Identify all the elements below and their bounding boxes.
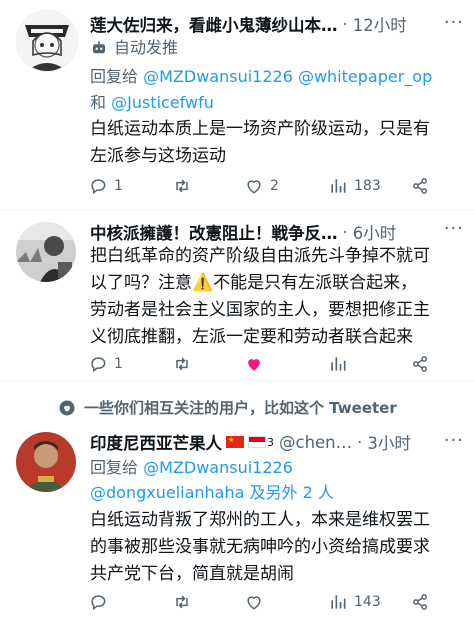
- action-bar: 1: [88, 352, 460, 376]
- reply-icon: [91, 595, 106, 611]
- timestamp[interactable]: 6小时: [353, 220, 397, 244]
- reply-context-cont: 和 @Justicefwfu: [90, 92, 460, 114]
- indonesia-flag-icon: [248, 436, 266, 448]
- text-line: 共产党下台，简直就是胡闹: [90, 564, 294, 584]
- tweet-header: 中核派擁護！改憲阻止！戦争反… · 6小时: [90, 219, 460, 245]
- share-button[interactable]: [410, 590, 436, 614]
- reply-and: 和: [90, 93, 107, 112]
- text-line: 把白纸革命的资产阶级自由派先斗争掉不就可: [90, 246, 430, 266]
- tweet-2[interactable]: 中核派擁護！改憲阻止！戦争反… · 6小时 ··· 把白纸革命的资产阶级自由派先…: [0, 210, 474, 380]
- reply-button[interactable]: [88, 590, 172, 614]
- mention-link[interactable]: @dongxuelianhaha: [90, 483, 244, 502]
- avatar[interactable]: [16, 432, 76, 492]
- mention-link[interactable]: @MZDwansui1226 @whitepaper_op: [143, 67, 432, 86]
- heart-icon: [247, 180, 261, 194]
- separator-dot: ·: [357, 432, 363, 452]
- share-icon: [413, 594, 427, 610]
- display-name[interactable]: 莲大佐归来，看雌小鬼薄纱山本…: [90, 12, 338, 36]
- views-icon: [331, 595, 346, 609]
- superscript-three: 3: [267, 435, 274, 449]
- share-icon: [413, 356, 427, 372]
- views-button[interactable]: 143: [328, 590, 410, 614]
- retweet-icon: [176, 595, 188, 609]
- like-button[interactable]: 2: [244, 174, 328, 198]
- heart-icon: [247, 596, 261, 610]
- text-segment: 以了吗？注意: [90, 273, 192, 293]
- share-button[interactable]: [410, 352, 436, 376]
- divider: [0, 380, 474, 381]
- reply-count: 1: [114, 356, 123, 372]
- robot-icon: [93, 41, 105, 54]
- views-icon: [331, 179, 346, 193]
- reply-count: 1: [114, 178, 123, 194]
- automated-label: 自动发推: [90, 37, 460, 59]
- retweet-button[interactable]: [172, 352, 244, 376]
- action-bar: 1 2 183: [88, 174, 460, 198]
- separator-dot: ·: [342, 14, 348, 34]
- reply-button[interactable]: 1: [88, 352, 172, 376]
- text-line: 白纸运动背叛了郑州的工人，本来是维权罢工: [90, 510, 430, 530]
- views-button[interactable]: [328, 352, 410, 376]
- separator-dot: ·: [342, 222, 348, 242]
- text-line: 以了吗？注意⚠️不能是只有左派联合起来，: [90, 270, 460, 297]
- share-button[interactable]: [410, 174, 436, 198]
- others-link[interactable]: 及另外 2 人: [250, 483, 334, 502]
- text-line: 的事被那些没事就无病呻吟的小资给搞成要求: [90, 537, 430, 557]
- text-line: 义彻底推翻，左派一定要和劳动者联合起来: [90, 327, 413, 347]
- timestamp[interactable]: 3小时: [367, 430, 411, 454]
- more-options-icon[interactable]: ···: [444, 218, 464, 239]
- heart-circle-icon: [59, 400, 75, 415]
- china-flag-icon: ★: [226, 436, 244, 448]
- social-context[interactable]: 一些你们相互关注的用户，比如这个 Tweeter: [58, 397, 397, 418]
- tweet-header: 印度尼西亚芒果人 ★ 3 @chen… · 3小时: [90, 429, 460, 455]
- tweet-text: 白纸运动本质上是一场资产阶级运动，只是有 左派参与这场运动: [90, 116, 460, 170]
- tweet-1[interactable]: 莲大佐归来，看雌小鬼薄纱山本… · 12小时 ··· 自动发推 回复给 @MZD…: [0, 0, 474, 210]
- mention-link[interactable]: @Justicefwfu: [111, 93, 214, 112]
- views-button[interactable]: 183: [328, 174, 410, 198]
- automated-text: 自动发推: [114, 38, 179, 57]
- retweet-button[interactable]: [172, 590, 244, 614]
- retweet-icon: [176, 179, 188, 193]
- share-icon: [413, 178, 427, 194]
- like-button[interactable]: [244, 352, 328, 376]
- reply-button[interactable]: 1: [88, 174, 172, 198]
- social-context-text: 一些你们相互关注的用户，比如这个 Tweeter: [84, 399, 397, 417]
- tweet-text: 把白纸革命的资产阶级自由派先斗争掉不就可 以了吗？注意⚠️不能是只有左派联合起来…: [90, 243, 460, 351]
- reply-prefix: 回复给: [90, 458, 139, 477]
- more-options-icon[interactable]: ···: [444, 12, 464, 33]
- more-options-icon[interactable]: ···: [444, 430, 464, 451]
- retweet-button[interactable]: [172, 174, 244, 198]
- view-count: 143: [354, 594, 381, 610]
- views-icon: [331, 357, 346, 371]
- tweet-3[interactable]: 印度尼西亚芒果人 ★ 3 @chen… · 3小时 ··· 回复给 @MZDwa…: [0, 420, 474, 623]
- tweet-text: 白纸运动背叛了郑州的工人，本来是维权罢工 的事被那些没事就无病呻吟的小资给搞成要…: [90, 507, 460, 588]
- like-count: 2: [270, 178, 279, 194]
- warning-icon: ⚠️: [192, 273, 214, 293]
- display-name[interactable]: 印度尼西亚芒果人: [90, 430, 222, 454]
- handle[interactable]: @chen…: [279, 433, 352, 452]
- tweet-header: 莲大佐归来，看雌小鬼薄纱山本… · 12小时: [90, 11, 460, 37]
- view-count: 183: [354, 178, 381, 194]
- text-line: 左派参与这场运动: [90, 146, 226, 166]
- reply-icon: [91, 357, 106, 373]
- text-line: 劳动者是社会主义国家的主人，要想把修正主: [90, 300, 430, 320]
- text-segment: 不能是只有左派联合起来，: [213, 273, 418, 293]
- retweet-icon: [176, 357, 188, 371]
- avatar[interactable]: [16, 222, 76, 282]
- display-name[interactable]: 中核派擁護！改憲阻止！戦争反…: [90, 220, 338, 244]
- reply-prefix: 回复给: [90, 67, 139, 86]
- reply-icon: [91, 179, 106, 195]
- mention-link[interactable]: @MZDwansui1226: [143, 458, 293, 477]
- timestamp[interactable]: 12小时: [353, 12, 407, 36]
- text-line: 白纸运动本质上是一场资产阶级运动，只是有: [90, 119, 430, 139]
- action-bar: 143: [88, 590, 460, 614]
- heart-filled-icon: [248, 359, 260, 371]
- like-button[interactable]: [244, 590, 328, 614]
- reply-context: 回复给 @MZDwansui1226 @whitepaper_op: [90, 66, 460, 88]
- reply-context-cont: @dongxuelianhaha 及另外 2 人: [90, 482, 460, 504]
- avatar[interactable]: [16, 10, 78, 72]
- reply-context: 回复给 @MZDwansui1226: [90, 457, 460, 479]
